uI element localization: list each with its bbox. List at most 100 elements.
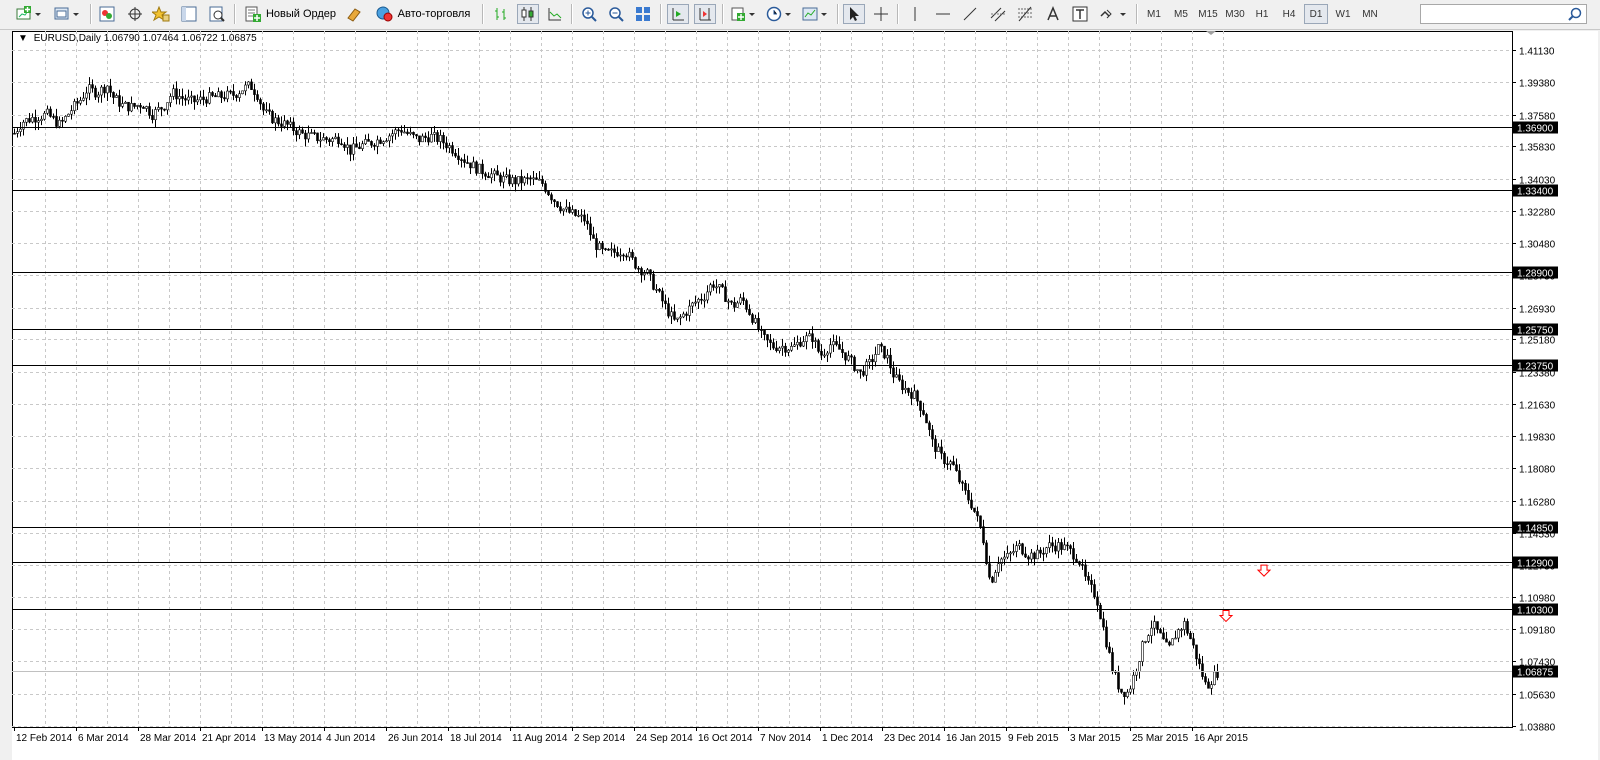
candle-body [85,92,88,99]
candle-body [901,379,904,391]
templates-button[interactable] [800,4,832,24]
candle-body [313,132,316,134]
timeframe-w1-button[interactable]: W1 [1331,4,1355,24]
timeframe-m1-button[interactable]: M1 [1142,4,1166,24]
strategy-tester-icon [209,6,225,22]
y-tick-label: 1.35830 [1519,143,1556,154]
indicators-button[interactable] [728,4,760,24]
search-input[interactable] [1420,4,1587,24]
candle-body [466,162,469,164]
candle-body [148,106,151,116]
candle-body [1192,638,1195,646]
candle-body [790,346,793,351]
trendline-button[interactable] [959,4,981,24]
equidistant-channel-button[interactable] [987,4,1009,24]
candle-body [136,105,139,107]
fibonacci-button[interactable] [1014,4,1036,24]
candle-body [718,284,721,288]
candle-body [457,155,460,160]
market-watch-button[interactable] [96,4,118,24]
candle-body [1189,632,1192,640]
candle-body [181,96,184,99]
chart-shift-button[interactable] [694,4,716,24]
chart-header: ▼ EURUSD,Daily 1.06790 1.07464 1.06722 1… [18,33,257,44]
arrows-button[interactable] [1097,4,1131,24]
candle-body [1156,621,1159,630]
navigator-button[interactable] [150,4,172,24]
candle-body [1099,604,1102,620]
crosshair-button[interactable] [870,4,892,24]
timeframe-h4-button[interactable]: H4 [1277,4,1301,24]
candle-body [655,289,658,291]
y-tick-label: 1.03880 [1519,723,1556,734]
line-chart-button[interactable] [544,4,566,24]
candle-body [1060,542,1063,550]
timeframe-mn-button[interactable]: MN [1358,4,1382,24]
new-order-label: Новый Ордер [265,8,337,20]
candle-body [133,103,136,107]
text-label-button[interactable] [1069,4,1091,24]
candle-body [967,490,970,501]
candle-body [322,137,325,141]
price-chart[interactable]: 1.411301.393801.375801.358301.340301.322… [12,31,1598,760]
candle-body [364,139,367,145]
candle-body [49,108,52,117]
chart-window[interactable]: 1.41130 1.39380 1.37580 1.35830 1.34030 1.322… [12,31,1598,760]
vertical-line-button[interactable] [904,4,926,24]
candle-body [40,118,43,121]
candle-body [349,144,352,155]
candle-body [1054,545,1057,552]
text-button[interactable] [1042,4,1064,24]
candle-body [205,99,208,104]
candle-body [334,136,337,139]
timeframe-d1-button[interactable]: D1 [1304,4,1328,24]
candle-body [532,177,535,180]
chart-menu-triangle-icon[interactable]: ▼ [18,33,28,44]
candle-body [88,84,91,94]
candle-body [328,139,331,142]
candle-body [1138,661,1141,672]
auto-scroll-button[interactable] [667,4,689,24]
candle-body [127,101,130,112]
candle-body [1171,638,1174,646]
data-window-button[interactable] [124,4,146,24]
candle-body [79,100,82,104]
timeframe-m30-button[interactable]: M30 [1223,4,1247,24]
new-order-button[interactable]: Новый Ордер [240,4,340,24]
navigator-star-icon [152,6,170,22]
candle-body [700,298,703,301]
text-a-icon [1047,6,1059,21]
candle-body [511,177,514,185]
horizontal-line-button[interactable] [932,4,954,24]
candle-body [925,414,928,424]
timeframe-m5-button[interactable]: M5 [1169,4,1193,24]
candle-body [637,267,640,270]
candle-body [520,176,523,184]
candle-body [151,115,154,121]
arrows-icon [1100,9,1126,19]
zoom-in-button[interactable] [578,4,600,24]
timeframe-m15-button[interactable]: M15 [1196,4,1220,24]
candle-body [772,342,775,349]
cursor-button[interactable] [843,4,865,24]
metaeditor-button[interactable] [343,4,365,24]
candle-body [598,242,601,250]
candle-body [529,177,532,180]
strategy-tester-button[interactable] [206,4,228,24]
candlestick-chart-button[interactable] [517,4,539,24]
y-tick-label: 1.09180 [1519,626,1556,637]
candle-body [838,344,841,350]
candle-body [25,118,28,123]
terminal-button[interactable] [178,4,200,24]
candle-body [847,355,850,361]
candle-body [883,345,886,359]
tile-windows-button[interactable] [632,4,654,24]
profiles-button[interactable] [52,4,86,24]
new-chart-button[interactable] [14,4,48,24]
bar-chart-button[interactable] [490,4,512,24]
zoom-out-button[interactable] [605,4,627,24]
auto-trading-button[interactable]: Авто-торговля [370,4,476,24]
timeframe-h1-button[interactable]: H1 [1250,4,1274,24]
candle-body [649,269,652,275]
periods-button[interactable] [764,4,796,24]
